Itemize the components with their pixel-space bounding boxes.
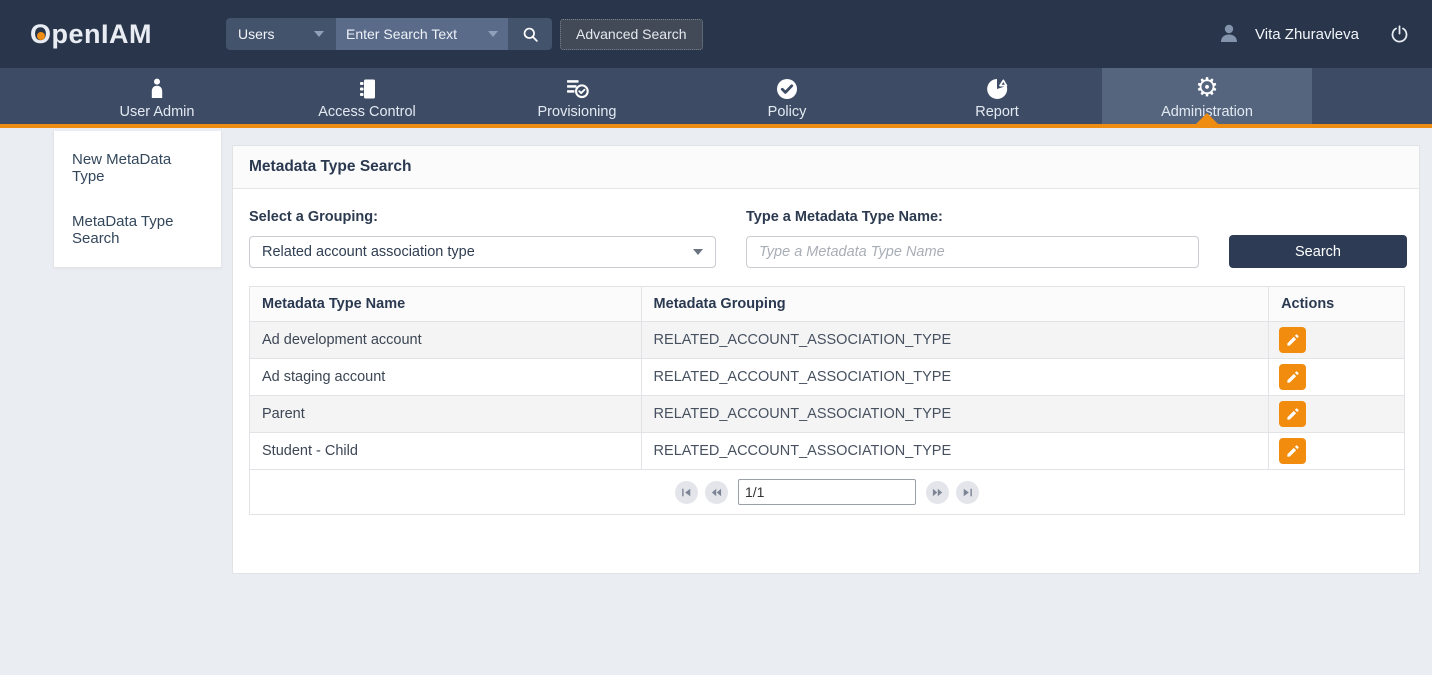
table-row: Ad staging account RELATED_ACCOUNT_ASSOC… (250, 359, 1405, 396)
pencil-icon (1285, 370, 1300, 385)
next-page-icon (931, 486, 944, 499)
user-area: Vita Zhuravleva (1217, 22, 1410, 46)
chevron-down-icon (693, 249, 703, 255)
pagination (262, 479, 1392, 505)
nav-item-provisioning[interactable]: Provisioning (472, 68, 682, 124)
table-row: Student - Child RELATED_ACCOUNT_ASSOCIAT… (250, 433, 1405, 470)
edit-button[interactable] (1279, 364, 1306, 390)
grouping-cell: RELATED_ACCOUNT_ASSOCIATION_TYPE (641, 359, 1269, 396)
user-name[interactable]: Vita Zhuravleva (1255, 26, 1359, 43)
grouping-cell: RELATED_ACCOUNT_ASSOCIATION_TYPE (641, 433, 1269, 470)
metadata-sidebar: New MetaData Type MetaData Type Search (53, 131, 222, 268)
global-search-group: Users (226, 18, 552, 50)
type-name-field-group: Type a Metadata Type Name: (746, 209, 1199, 268)
user-admin-icon (145, 75, 169, 101)
nav-item-user-admin[interactable]: User Admin (52, 68, 262, 124)
nav-item-administration[interactable]: ⚙ Administration (1102, 68, 1312, 124)
page-title: Metadata Type Search (233, 146, 1419, 189)
sidebar-item-metadata-type-search[interactable]: MetaData Type Search (54, 199, 221, 261)
search-button[interactable]: Search (1229, 235, 1407, 268)
search-form: Select a Grouping: Related account assoc… (249, 209, 1403, 268)
grouping-cell: RELATED_ACCOUNT_ASSOCIATION_TYPE (641, 322, 1269, 359)
type-name-input[interactable] (746, 236, 1199, 268)
metadata-type-search-panel: Metadata Type Search Select a Grouping: … (232, 145, 1420, 574)
metadata-results-table: Metadata Type Name Metadata Grouping Act… (249, 286, 1405, 515)
previous-page-icon (710, 486, 723, 499)
grouping-cell: RELATED_ACCOUNT_ASSOCIATION_TYPE (641, 396, 1269, 433)
report-icon (985, 75, 1009, 101)
nav-label: Policy (768, 104, 807, 120)
nav-item-access-control[interactable]: Access Control (262, 68, 472, 124)
edit-button[interactable] (1279, 438, 1306, 464)
top-bar: OpenIAM Users Advanced Search Vita Zhura… (0, 0, 1432, 68)
advanced-search-button[interactable]: Advanced Search (560, 19, 703, 50)
logo-orange-dot (37, 32, 45, 40)
search-icon (521, 25, 540, 44)
edit-button[interactable] (1279, 327, 1306, 353)
table-row: Ad development account RELATED_ACCOUNT_A… (250, 322, 1405, 359)
table-header-row: Metadata Type Name Metadata Grouping Act… (250, 287, 1405, 322)
page-indicator-input[interactable] (738, 479, 916, 505)
pencil-icon (1285, 407, 1300, 422)
pencil-icon (1285, 333, 1300, 348)
column-header-type-name: Metadata Type Name (250, 287, 642, 322)
access-control-icon (355, 75, 379, 101)
type-name-cell: Parent (250, 396, 642, 433)
nav-label: Report (975, 104, 1019, 120)
next-page-button[interactable] (926, 481, 949, 504)
edit-button[interactable] (1279, 401, 1306, 427)
type-name-cell: Ad staging account (250, 359, 642, 396)
grouping-selected-value: Related account association type (262, 244, 475, 260)
previous-page-button[interactable] (705, 481, 728, 504)
search-type-value: Users (238, 26, 275, 42)
chevron-down-icon (314, 31, 324, 37)
grouping-field-group: Select a Grouping: Related account assoc… (249, 209, 716, 268)
grouping-select[interactable]: Related account association type (249, 236, 716, 268)
pagination-row (250, 470, 1405, 515)
nav-label: User Admin (120, 104, 195, 120)
search-button-group: Search (1229, 235, 1407, 268)
search-type-select[interactable]: Users (226, 18, 336, 50)
nav-item-policy[interactable]: Policy (682, 68, 892, 124)
global-search-field-wrap (336, 18, 508, 50)
column-header-grouping: Metadata Grouping (641, 287, 1269, 322)
policy-icon (775, 75, 799, 101)
type-name-cell: Student - Child (250, 433, 642, 470)
last-page-button[interactable] (956, 481, 979, 504)
openiam-logo: OpenIAM (30, 19, 152, 50)
power-icon (1389, 24, 1410, 45)
type-name-cell: Ad development account (250, 322, 642, 359)
last-page-icon (961, 486, 974, 499)
sidebar-item-new-metadata-type[interactable]: New MetaData Type (54, 137, 221, 199)
pencil-icon (1285, 444, 1300, 459)
brand-text: OpenIAM (30, 19, 152, 49)
table-row: Parent RELATED_ACCOUNT_ASSOCIATION_TYPE (250, 396, 1405, 433)
column-header-actions: Actions (1269, 287, 1405, 322)
nav-label: Access Control (318, 104, 416, 120)
global-search-input[interactable] (346, 26, 476, 42)
advanced-search-label: Advanced Search (576, 26, 687, 42)
administration-gear-icon: ⚙ (1195, 75, 1218, 101)
main-nav: User Admin Access Control Provisioning (0, 68, 1432, 128)
chevron-down-icon (488, 31, 498, 37)
search-submit-button[interactable] (508, 18, 552, 50)
grouping-label: Select a Grouping: (249, 209, 716, 225)
type-name-label: Type a Metadata Type Name: (746, 209, 1199, 225)
logout-button[interactable] (1389, 24, 1410, 45)
nav-label: Administration (1161, 104, 1253, 120)
nav-label: Provisioning (538, 104, 617, 120)
first-page-icon (680, 486, 693, 499)
first-page-button[interactable] (675, 481, 698, 504)
nav-item-report[interactable]: Report (892, 68, 1102, 124)
provisioning-icon (565, 75, 590, 101)
avatar[interactable] (1217, 22, 1241, 46)
